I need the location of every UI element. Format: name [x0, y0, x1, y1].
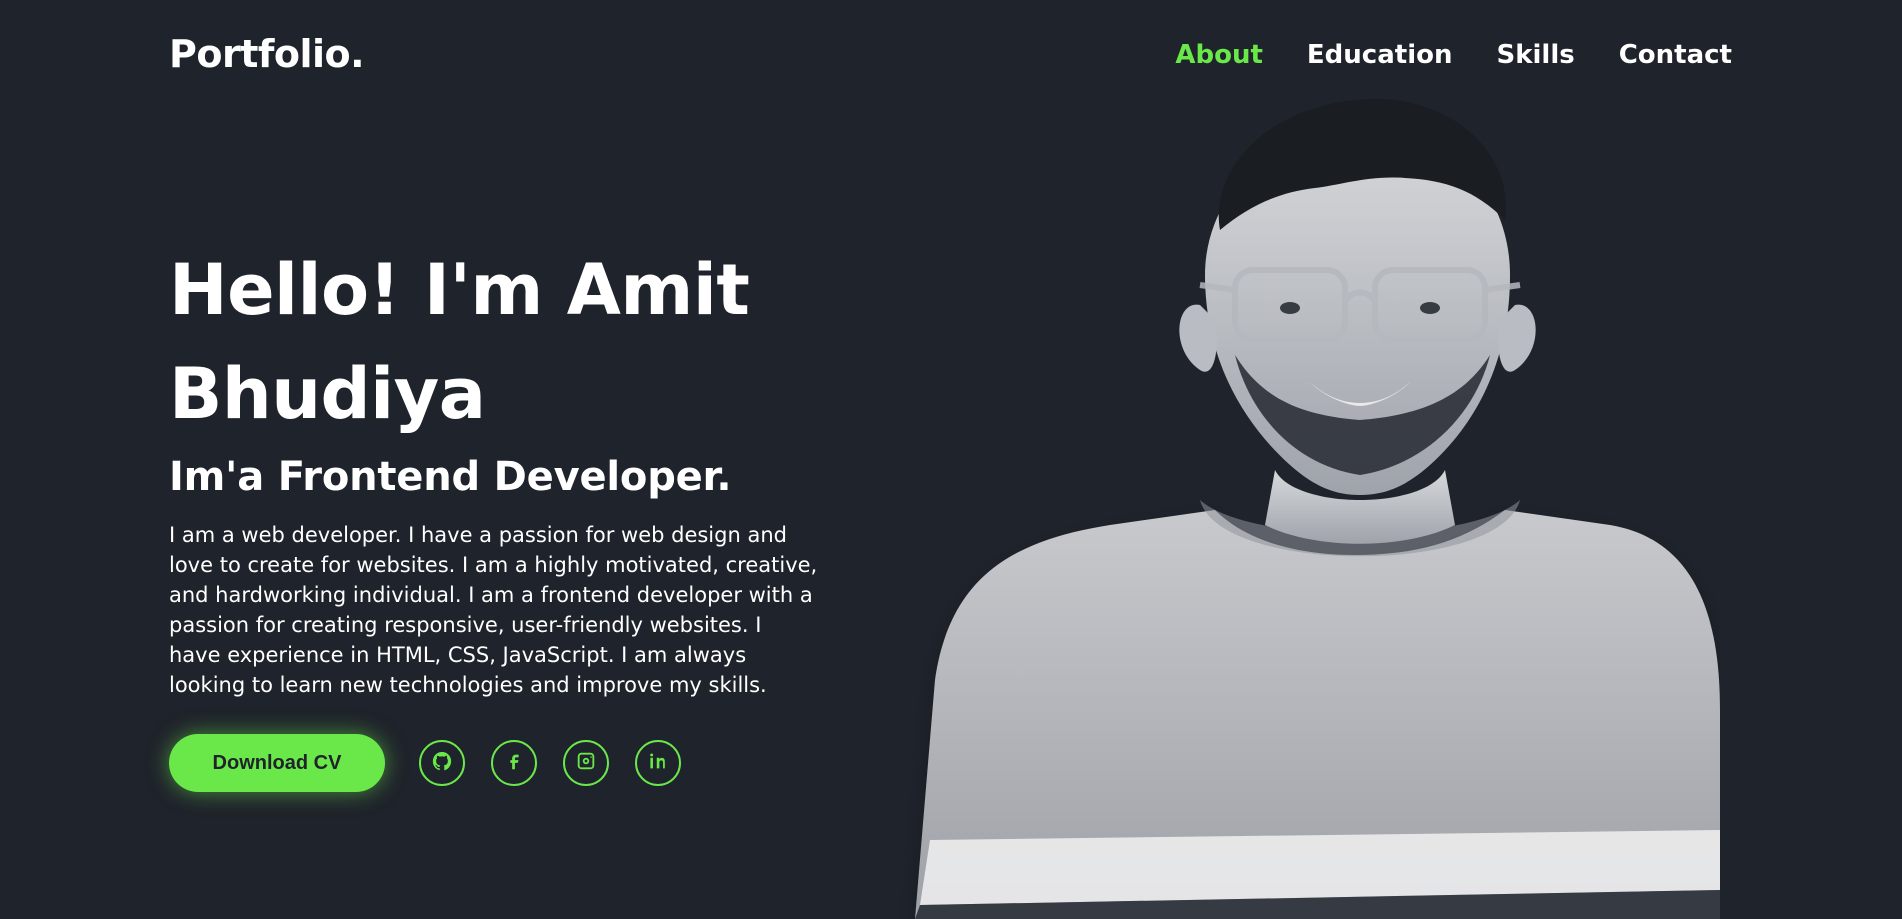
- facebook-icon: [503, 750, 525, 776]
- linkedin-icon: [647, 750, 669, 776]
- hero-subtitle: Im'a Frontend Developer.: [169, 454, 732, 500]
- top-nav: About Education Skills Contact: [1175, 42, 1732, 68]
- hero-title-line-2: Bhudiya: [169, 353, 486, 435]
- download-cv-button[interactable]: Download CV: [169, 734, 385, 792]
- nav-skills[interactable]: Skills: [1496, 42, 1574, 68]
- instagram-link[interactable]: [563, 740, 609, 786]
- nav-education[interactable]: Education: [1307, 42, 1453, 68]
- linkedin-link[interactable]: [635, 740, 681, 786]
- instagram-icon: [575, 750, 597, 776]
- github-link[interactable]: [419, 740, 465, 786]
- profile-portrait: [915, 98, 1720, 919]
- hero-section: Hello! I'm Amit Bhudiya Im'a Frontend De…: [169, 238, 819, 792]
- facebook-link[interactable]: [491, 740, 537, 786]
- portfolio-page: Portfolio. About Education Skills Contac…: [0, 0, 1902, 919]
- hero-title-line-1: Hello! I'm Amit: [169, 249, 750, 331]
- github-icon: [431, 750, 453, 776]
- hero-title: Hello! I'm Amit Bhudiya: [169, 238, 819, 446]
- nav-contact[interactable]: Contact: [1619, 42, 1732, 68]
- nav-about[interactable]: About: [1175, 42, 1263, 68]
- hero-actions: Download CV: [169, 734, 819, 792]
- brand-logo[interactable]: Portfolio.: [169, 35, 365, 73]
- hero-description: I am a web developer. I have a passion f…: [169, 523, 818, 697]
- social-links: [419, 740, 681, 786]
